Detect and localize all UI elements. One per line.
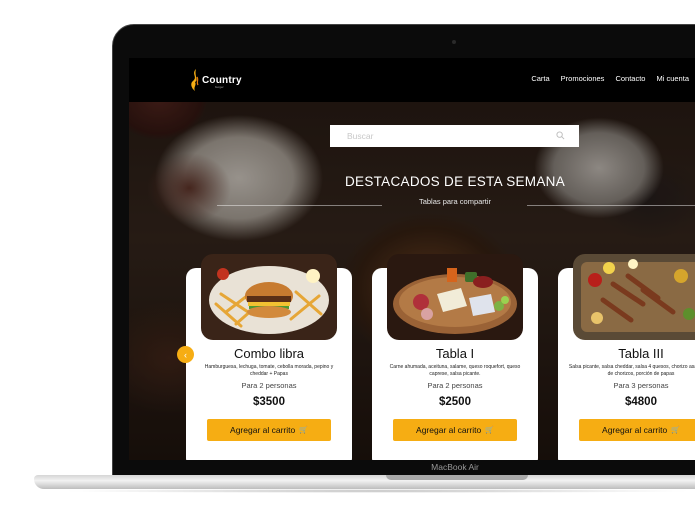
add-to-cart-button[interactable]: Agregar al carrito 🛒 xyxy=(579,419,695,441)
laptop-base xyxy=(34,475,695,489)
top-navbar: Country burger Carta Promociones Contact… xyxy=(129,58,695,102)
product-persons: Para 2 personas xyxy=(241,381,297,390)
product-persons: Para 3 personas xyxy=(613,381,669,390)
product-price: $4800 xyxy=(625,396,657,408)
nav-item-mi-cuenta[interactable]: Mi cuenta xyxy=(656,74,689,83)
camera-dot xyxy=(452,40,456,44)
add-to-cart-label: Agregar al carrito xyxy=(230,425,296,435)
product-image-burger xyxy=(201,254,337,340)
cart-icon: 🛒 xyxy=(299,427,308,434)
section-title: DESTACADOS DE ESTA SEMANA xyxy=(344,174,566,189)
laptop-mockup: Country burger Carta Promociones Contact… xyxy=(0,0,695,512)
cart-icon: 🛒 xyxy=(671,427,680,434)
product-description: Carne ahumada, aceituna, salame, queso r… xyxy=(389,364,521,377)
device-label: MacBook Air xyxy=(431,462,479,472)
product-card: Combo libra Hamburguesa, lechuga, tomate… xyxy=(186,254,352,460)
product-title: Combo libra xyxy=(233,346,305,361)
section-subtitle: Tablas para compartir xyxy=(418,197,492,206)
cart-icon: 🛒 xyxy=(485,427,494,434)
laptop-shadow xyxy=(60,489,695,493)
flame-logo-icon xyxy=(191,69,199,91)
laptop-notch xyxy=(386,475,528,480)
add-to-cart-label: Agregar al carrito xyxy=(602,425,668,435)
brand-subtitle: burger xyxy=(215,85,224,89)
product-image-board xyxy=(387,254,523,340)
product-card: Tabla III Salsa picante, salsa cheddar, … xyxy=(558,254,695,460)
search-input[interactable] xyxy=(330,131,530,141)
nav-item-promociones[interactable]: Promociones xyxy=(561,74,605,83)
product-title: Tabla III xyxy=(618,346,664,361)
product-persons: Para 2 personas xyxy=(427,381,483,390)
brand-name: Country xyxy=(202,74,242,86)
product-price: $2500 xyxy=(439,396,471,408)
product-image-grill xyxy=(573,254,695,340)
nav-menu: Carta Promociones Contacto Mi cuenta xyxy=(531,74,689,83)
search-icon[interactable] xyxy=(556,131,565,140)
product-description: Hamburguesa, lechuga, tomate, cebolla mo… xyxy=(204,364,334,377)
nav-item-carta[interactable]: Carta xyxy=(531,74,549,83)
add-to-cart-label: Agregar al carrito xyxy=(416,425,482,435)
chevron-left-icon: ‹ xyxy=(184,349,187,360)
nav-item-contacto[interactable]: Contacto xyxy=(615,74,645,83)
add-to-cart-button[interactable]: Agregar al carrito 🛒 xyxy=(393,419,517,441)
brand-logo[interactable]: Country burger xyxy=(189,68,242,92)
product-title: Tabla I xyxy=(435,346,475,361)
add-to-cart-button[interactable]: Agregar al carrito 🛒 xyxy=(207,419,331,441)
product-card: Tabla I Carne ahumada, aceituna, salame,… xyxy=(372,254,538,460)
search-bar xyxy=(330,125,579,147)
product-description: Salsa picante, salsa cheddar, salsa 4 qu… xyxy=(568,364,695,377)
laptop-screen: Country burger Carta Promociones Contact… xyxy=(129,58,695,460)
product-price: $3500 xyxy=(253,396,285,408)
carousel-prev-button[interactable]: ‹ xyxy=(177,346,194,363)
